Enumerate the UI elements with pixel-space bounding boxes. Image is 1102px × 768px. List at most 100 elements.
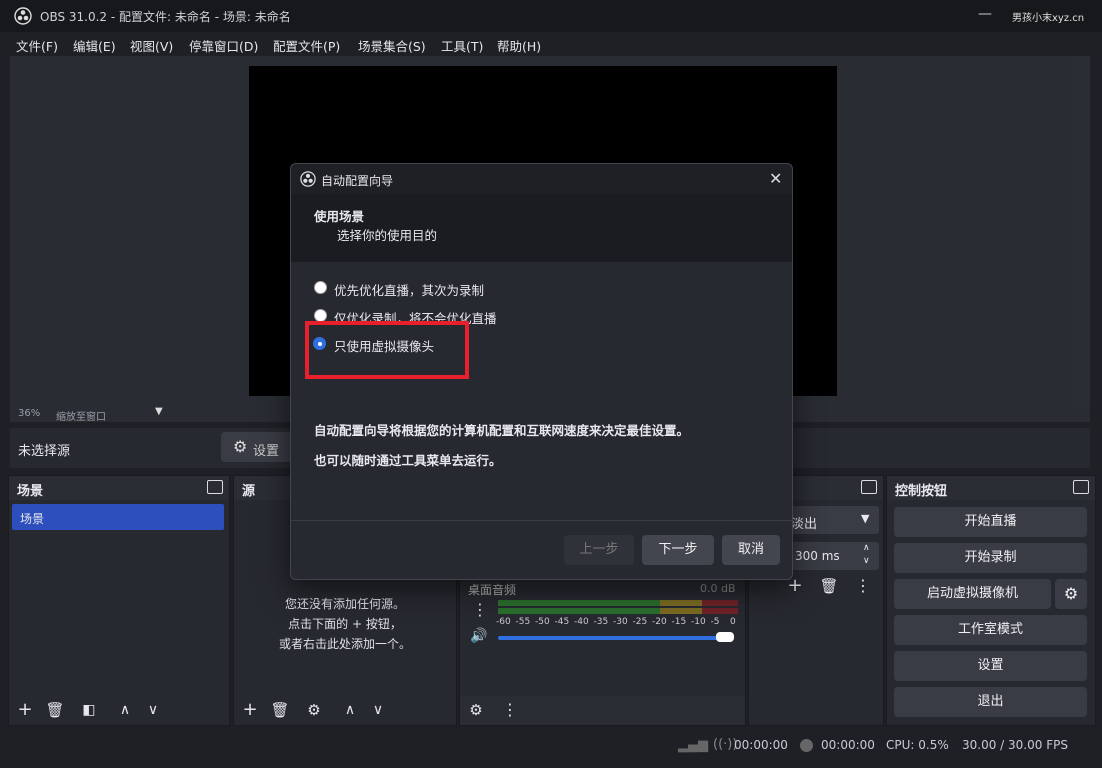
meter-tick-label: -10 bbox=[691, 617, 706, 627]
sources-dock-title: 源 bbox=[242, 484, 256, 499]
empty-hint-line-1: 您还没有添加任何源。 bbox=[284, 597, 405, 611]
meter-tick-label: -35 bbox=[593, 617, 609, 627]
status-bar: ▂▄▆ ((·)) 00:00:00 00:00:00 CPU: 0.5% 30… bbox=[0, 730, 1102, 768]
menu-scene-collection[interactable]: 场景集合(S) bbox=[358, 36, 426, 55]
meter-tick-label: -25 bbox=[632, 617, 648, 627]
dialog-info-1: 自动配置向导将根据您的计算机配置和互联网速度来决定最佳设置。 bbox=[314, 423, 690, 438]
controls-dock-title: 控制按钮 bbox=[895, 484, 948, 499]
scenes-dock: 场景 场景 + 🗑 ◧ ∧ ∨ bbox=[8, 475, 230, 726]
scenes-dock-header: 场景 bbox=[9, 476, 229, 500]
source-settings-label: 设置 bbox=[253, 444, 280, 459]
chevron-down-icon[interactable]: ∨ bbox=[863, 556, 870, 566]
volume-slider-handle[interactable] bbox=[716, 632, 734, 642]
scenes-dock-title: 场景 bbox=[17, 484, 44, 499]
speaker-icon[interactable]: 🔊 bbox=[470, 628, 487, 644]
menu-profile[interactable]: 配置文件(P) bbox=[273, 36, 340, 55]
scene-name: 场景 bbox=[20, 512, 45, 526]
option-stream-radio[interactable] bbox=[314, 281, 327, 294]
cancel-button[interactable]: 取消 bbox=[722, 535, 780, 565]
sources-empty-hint: 您还没有添加任何源。 点击下面的 + 按钮， 或者右击此处添加一个。 bbox=[234, 594, 456, 654]
scene-list-item[interactable]: 场景 bbox=[12, 504, 224, 530]
back-button[interactable]: 上一步 bbox=[564, 535, 634, 565]
float-dock-icon[interactable] bbox=[861, 480, 877, 494]
dialog-header-subtitle: 选择你的使用目的 bbox=[337, 228, 438, 243]
obs-logo-icon bbox=[300, 171, 316, 191]
virtual-cam-settings-button[interactable]: ⚙ bbox=[1055, 579, 1087, 609]
watermark: 男孩小末xyz.cn bbox=[1012, 13, 1085, 24]
trash-icon[interactable]: 🗑 bbox=[817, 574, 841, 598]
move-up-icon[interactable]: ∧ bbox=[113, 698, 137, 722]
no-source-label: 未选择源 bbox=[18, 444, 71, 459]
gear-icon: ⚙ bbox=[233, 437, 248, 456]
meter-tick-labels: -60 -55 -50 -45 -40 -35 -30 -25 -20 -15 -10 -5 0 bbox=[496, 617, 741, 629]
volume-meter-yellow-2 bbox=[660, 608, 702, 614]
menu-edit[interactable]: 编辑(E) bbox=[73, 36, 116, 55]
studio-mode-button[interactable]: 工作室模式 bbox=[894, 615, 1087, 645]
move-down-icon[interactable]: ∨ bbox=[141, 698, 165, 722]
kebab-menu-icon[interactable]: ⋮ bbox=[851, 574, 875, 598]
dialog-divider bbox=[291, 520, 792, 521]
controls-dock-header: 控制按钮 bbox=[887, 476, 1095, 500]
gear-icon[interactable]: ⚙ bbox=[464, 698, 488, 722]
meter-tick-label: 0 bbox=[730, 617, 736, 627]
start-stream-button[interactable]: 开始直播 bbox=[894, 507, 1087, 537]
gear-icon: ⚙ bbox=[1063, 584, 1079, 603]
meter-tick-label: -60 bbox=[496, 617, 511, 627]
controls-dock: 控制按钮 开始直播 开始录制 启动虚拟摄像机 ⚙ 工作室模式 设置 退出 bbox=[886, 475, 1096, 726]
start-record-button[interactable]: 开始录制 bbox=[894, 543, 1087, 573]
preview-scrollbar[interactable] bbox=[1074, 56, 1090, 406]
add-scene-icon[interactable]: + bbox=[13, 698, 37, 722]
empty-hint-line-2: 点击下面的 + 按钮， bbox=[288, 617, 402, 631]
add-source-icon[interactable]: + bbox=[238, 698, 262, 722]
float-dock-icon[interactable] bbox=[207, 480, 223, 494]
trash-icon[interactable]: 🗑 bbox=[268, 698, 292, 722]
mixer-track-name: 桌面音频 bbox=[468, 583, 517, 597]
volume-meter-yellow bbox=[660, 600, 702, 606]
menu-docks[interactable]: 停靠窗口(D) bbox=[189, 36, 258, 55]
transition-duration-spinbox[interactable]: 300 ms ∧ ∨ bbox=[789, 542, 879, 570]
transition-duration-value: 300 ms bbox=[795, 549, 840, 563]
dialog-info-2: 也可以随时通过工具菜单去运行。 bbox=[314, 453, 502, 468]
menu-file[interactable]: 文件(F) bbox=[16, 36, 58, 55]
exit-button[interactable]: 退出 bbox=[894, 687, 1087, 717]
start-virtual-cam-button[interactable]: 启动虚拟摄像机 bbox=[894, 579, 1051, 609]
menu-help[interactable]: 帮助(H) bbox=[497, 36, 541, 55]
network-bars-icon: ▂▄▆ bbox=[678, 738, 708, 753]
zoom-mode[interactable]: 缩放至窗口 bbox=[56, 408, 106, 423]
meter-tick-label: -50 bbox=[535, 617, 550, 627]
menu-bar: 文件(F) 编辑(E) 视图(V) 停靠窗口(D) 配置文件(P) 场景集合(S… bbox=[0, 32, 1102, 56]
volume-meter-red-2 bbox=[702, 608, 738, 614]
dialog-header: 使用场景 选择你的使用目的 bbox=[291, 194, 792, 262]
transition-type-select[interactable]: 淡出 ▼ bbox=[789, 506, 879, 534]
transition-type-value: 淡出 bbox=[791, 517, 818, 532]
chevron-up-icon[interactable]: ∧ bbox=[863, 543, 870, 553]
annotation-highlight-box bbox=[305, 321, 469, 379]
record-dot-icon bbox=[800, 739, 813, 752]
filter-icon[interactable]: ◧ bbox=[77, 698, 101, 722]
dialog-header-title: 使用场景 bbox=[314, 209, 365, 224]
settings-button[interactable]: 设置 bbox=[894, 651, 1087, 681]
float-dock-icon[interactable] bbox=[1073, 480, 1089, 494]
dialog-title: 自动配置向导 bbox=[321, 174, 394, 188]
move-down-icon[interactable]: ∨ bbox=[366, 698, 390, 722]
move-up-icon[interactable]: ∧ bbox=[338, 698, 362, 722]
gear-icon[interactable]: ⚙ bbox=[302, 698, 326, 722]
window-title: OBS 31.0.2 - 配置文件: 未命名 - 场景: 未命名 bbox=[40, 10, 291, 24]
fps-display: 30.00 / 30.00 FPS bbox=[962, 738, 1068, 752]
volume-meter-red bbox=[702, 600, 738, 606]
minimize-icon[interactable]: — bbox=[978, 6, 992, 22]
volume-slider-track[interactable] bbox=[498, 636, 730, 640]
option-stream-label[interactable]: 优先优化直播，其次为录制 bbox=[334, 280, 484, 299]
chevron-down-icon: ▼ bbox=[861, 512, 870, 525]
chevron-down-icon[interactable]: ▼ bbox=[155, 406, 163, 417]
trash-icon[interactable]: 🗑 bbox=[43, 698, 67, 722]
next-button[interactable]: 下一步 bbox=[642, 535, 714, 565]
kebab-menu-icon[interactable]: ⋮ bbox=[498, 698, 522, 722]
close-icon[interactable]: ✕ bbox=[769, 169, 782, 188]
menu-view[interactable]: 视图(V) bbox=[130, 36, 173, 55]
dialog-title-bar: 自动配置向导 ✕ bbox=[291, 164, 792, 194]
mixer-level-label: 0.0 dB bbox=[700, 582, 736, 595]
kebab-menu-icon[interactable]: ⋮ bbox=[472, 600, 488, 619]
meter-tick-label: -55 bbox=[515, 617, 531, 627]
menu-tools[interactable]: 工具(T) bbox=[441, 36, 483, 55]
